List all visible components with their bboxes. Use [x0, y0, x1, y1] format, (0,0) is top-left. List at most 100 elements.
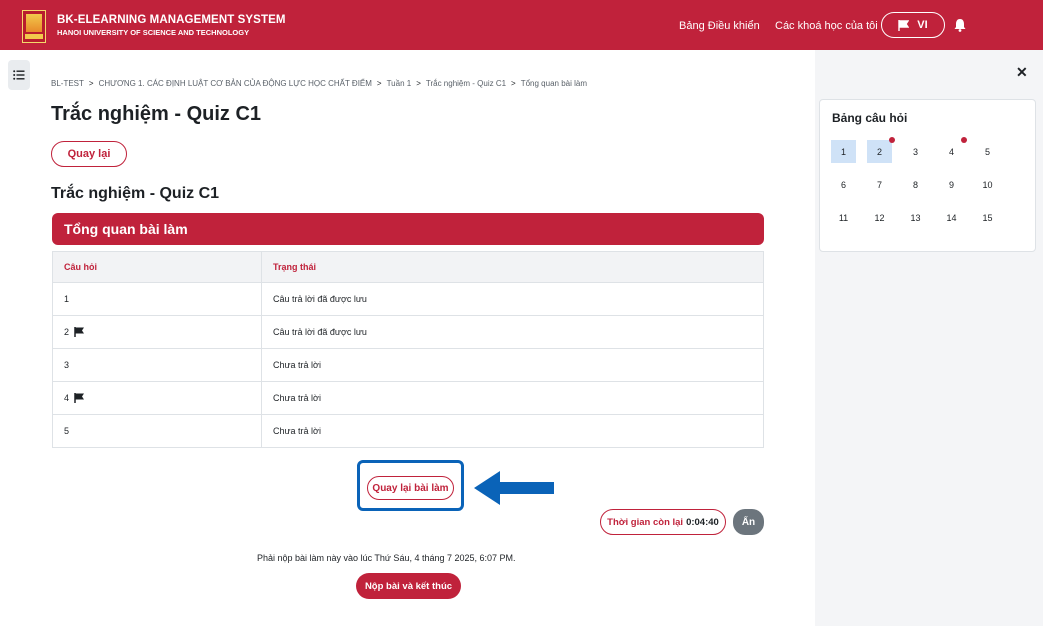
question-nav-button[interactable]: 6 [831, 173, 856, 196]
question-nav-number: 5 [984, 146, 990, 157]
question-nav-number: 6 [840, 179, 846, 190]
question-nav-button[interactable]: 11 [831, 206, 856, 229]
question-number[interactable]: 3 [64, 360, 69, 370]
quiz-timer: Thời gian còn lại 0:04:40 [600, 509, 726, 535]
breadcrumb-current: Tổng quan bài làm [520, 79, 587, 88]
status-cell: Chưa trả lời [261, 414, 764, 448]
breadcrumb-chapter[interactable]: CHƯƠNG 1. CÁC ĐỊNH LUẬT CƠ BẢN CỦA ĐỘNG … [99, 79, 372, 88]
question-cell[interactable]: 5 [52, 414, 262, 448]
back-button[interactable]: Quay lại [51, 141, 127, 167]
brand: BK-ELEARNING MANAGEMENT SYSTEM HANOI UNI… [57, 14, 286, 37]
table-row: 5 Chưa trả lời [52, 414, 764, 448]
question-nav-number: 14 [946, 212, 957, 223]
summary-header: Tổng quan bài làm [52, 213, 764, 245]
breadcrumb: BL-TEST > CHƯƠNG 1. CÁC ĐỊNH LUẬT CƠ BẢN C… [51, 79, 587, 88]
table-row: 1 Câu trả lời đã được lưu [52, 282, 764, 316]
breadcrumb-separator: > [376, 79, 382, 88]
close-icon[interactable]: ✕ [1016, 64, 1028, 81]
return-to-attempt-button[interactable]: Quay lại bài làm [367, 476, 454, 500]
bell-icon[interactable] [953, 18, 967, 32]
return-button-highlight: Quay lại bài làm [357, 460, 464, 511]
language-button[interactable]: VI [881, 12, 945, 38]
question-nav-button[interactable]: 7 [867, 173, 892, 196]
top-navbar: BK-ELEARNING MANAGEMENT SYSTEM HANOI UNI… [0, 0, 1043, 50]
question-nav-button[interactable]: 3 [903, 140, 928, 163]
summary-table: Câu hỏi Trạng thái 1 Câu trả lời đã được… [52, 251, 764, 448]
breadcrumb-course[interactable]: BL-TEST [51, 79, 84, 88]
quiz-navigation-title: Bảng câu hỏi [832, 111, 908, 125]
flag-icon [898, 19, 910, 31]
nav-dashboard-link[interactable]: Bảng Điều khiển [679, 20, 760, 32]
question-nav-number: 15 [982, 212, 993, 223]
brand-title: BK-ELEARNING MANAGEMENT SYSTEM [57, 14, 286, 26]
question-number[interactable]: 2 [64, 327, 69, 337]
status-cell: Chưa trả lời [261, 348, 764, 382]
quiz-navigation-block: Bảng câu hỏi 1 2 3 4 5 6 7 8 9 10 11 12 13 14 15 [819, 99, 1036, 252]
question-nav-button[interactable]: 5 [975, 140, 1000, 163]
quiz-navigation-grid: 1 2 3 4 5 6 7 8 9 10 11 12 13 14 15 [831, 137, 1000, 229]
breadcrumb-separator: > [88, 79, 94, 88]
question-number[interactable]: 4 [64, 393, 69, 403]
flagged-indicator [961, 137, 967, 143]
question-nav-button[interactable]: 8 [903, 173, 928, 196]
status-cell: Câu trả lời đã được lưu [261, 315, 764, 349]
question-nav-number: 3 [912, 146, 918, 157]
brand-subtitle: HANOI UNIVERSITY OF SCIENCE AND TECHNOLO… [57, 28, 250, 37]
status-cell: Chưa trả lời [261, 381, 764, 415]
column-header-status: Trạng thái [261, 251, 764, 283]
question-cell[interactable]: 2 [52, 315, 262, 349]
breadcrumb-week[interactable]: Tuần 1 [387, 79, 412, 88]
question-cell[interactable]: 1 [52, 282, 262, 316]
flag-icon [74, 327, 85, 338]
table-row: 2 Câu trả lời đã được lưu [52, 315, 764, 349]
university-logo[interactable] [22, 10, 46, 43]
question-number[interactable]: 1 [64, 294, 69, 304]
question-nav-number: 1 [840, 146, 846, 157]
course-index-toggle[interactable] [8, 60, 30, 90]
breadcrumb-separator: > [511, 79, 516, 88]
question-cell[interactable]: 3 [52, 348, 262, 382]
timer-label: Thời gian còn lại [607, 516, 684, 528]
logo-emblem [26, 14, 42, 32]
language-label: VI [917, 19, 928, 31]
question-nav-number: 13 [910, 212, 921, 223]
hide-timer-button[interactable]: Ẩn [733, 509, 764, 535]
question-nav-number: 7 [876, 179, 882, 190]
breadcrumb-separator: > [416, 79, 421, 88]
logo-stripe [25, 34, 43, 39]
table-row: 4 Chưa trả lời [52, 381, 764, 415]
flagged-indicator [889, 137, 895, 143]
deadline-text: Phải nộp bài làm này vào lúc Thứ Sáu, 4 … [257, 553, 516, 563]
question-nav-number: 12 [874, 212, 885, 223]
list-icon [13, 70, 25, 80]
question-nav-number: 4 [948, 146, 954, 157]
status-cell: Câu trả lời đã được lưu [261, 282, 764, 316]
page-title: Trắc nghiệm - Quiz C1 [51, 103, 262, 125]
table-header-row: Câu hỏi Trạng thái [52, 251, 764, 283]
timer-value: 0:04:40 [686, 516, 719, 528]
question-nav-button[interactable]: 2 [867, 137, 895, 163]
question-nav-button[interactable]: 4 [939, 137, 967, 163]
question-nav-button[interactable]: 10 [975, 173, 1000, 196]
question-nav-button[interactable]: 15 [975, 206, 1000, 229]
section-title: Trắc nghiệm - Quiz C1 [51, 185, 220, 202]
question-nav-button[interactable]: 9 [939, 173, 964, 196]
nav-my-courses-link[interactable]: Các khoá học của tôi [775, 20, 878, 32]
question-nav-number: 10 [982, 179, 993, 190]
question-nav-button[interactable]: 1 [831, 140, 856, 163]
table-row: 3 Chưa trả lời [52, 348, 764, 382]
arrow-left-icon [474, 471, 554, 505]
question-nav-number: 2 [876, 146, 882, 157]
question-nav-button[interactable]: 14 [939, 206, 964, 229]
question-nav-number: 11 [838, 212, 849, 223]
question-nav-button[interactable]: 13 [903, 206, 928, 229]
flag-icon [74, 393, 85, 404]
question-nav-number: 8 [912, 179, 918, 190]
question-number[interactable]: 5 [64, 426, 69, 436]
breadcrumb-quiz[interactable]: Trắc nghiệm - Quiz C1 [426, 79, 506, 88]
submit-all-button[interactable]: Nộp bài và kết thúc [356, 573, 461, 599]
question-nav-button[interactable]: 12 [867, 206, 892, 229]
column-header-question: Câu hỏi [52, 251, 262, 283]
question-nav-number: 9 [948, 179, 954, 190]
question-cell[interactable]: 4 [52, 381, 262, 415]
